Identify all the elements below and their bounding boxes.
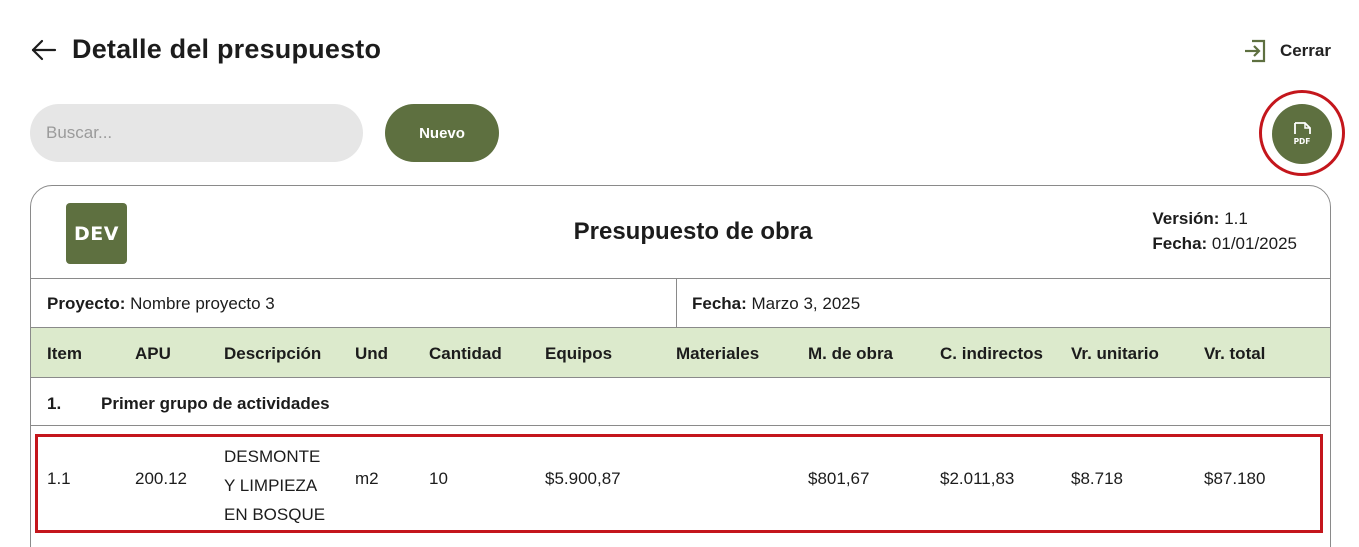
document-meta: Versión: 1.1 Fecha: 01/01/2025	[1152, 206, 1297, 256]
page-header: Detalle del presupuesto Cerrar	[30, 30, 1331, 74]
project-value: Nombre proyecto 3	[125, 294, 275, 313]
new-button[interactable]: Nuevo	[385, 104, 499, 162]
pdf-icon: PDF	[1294, 122, 1311, 146]
date-line: Fecha: 01/01/2025	[1152, 231, 1297, 256]
search-input[interactable]	[30, 104, 363, 162]
column-header-materials[interactable]: Materiales	[676, 344, 759, 364]
column-header-item[interactable]: Item	[47, 344, 82, 364]
page-title: Detalle del presupuesto	[72, 34, 382, 64]
column-header-apu[interactable]: APU	[135, 344, 171, 364]
column-divider	[676, 279, 677, 328]
project-label: Proyecto:	[47, 294, 126, 313]
project-cell: Proyecto: Nombre proyecto 3	[47, 294, 275, 314]
project-row: Proyecto: Nombre proyecto 3 Fecha: Marzo…	[31, 279, 1330, 328]
back-arrow-icon[interactable]	[30, 36, 58, 64]
column-header-quantity[interactable]: Cantidad	[429, 344, 502, 364]
document-title: Presupuesto de obra	[573, 218, 813, 245]
row-highlight-box	[35, 434, 1323, 533]
document-header: DEV Presupuesto de obra Versión: 1.1 Fec…	[31, 186, 1330, 279]
version-label: Versión:	[1152, 209, 1220, 228]
pdf-icon-label: PDF	[1294, 137, 1311, 146]
column-header-unit-price[interactable]: Vr. unitario	[1071, 344, 1159, 364]
project-date-cell: Fecha: Marzo 3, 2025	[692, 294, 860, 314]
column-header-indirect[interactable]: C. indirectos	[940, 344, 1043, 364]
group-row[interactable]: 1. Primer grupo de actividades	[31, 378, 1330, 426]
pdf-export-button[interactable]: PDF	[1272, 104, 1332, 164]
group-number: 1.	[47, 394, 62, 413]
version-line: Versión: 1.1	[1152, 206, 1297, 231]
column-header-unit[interactable]: Und	[355, 344, 388, 364]
project-date-label: Fecha:	[692, 294, 747, 313]
table-header: Item APU Descripción Und Cantidad Equipo…	[31, 328, 1330, 378]
date-label: Fecha:	[1152, 234, 1208, 253]
date-value: 01/01/2025	[1207, 234, 1297, 253]
close-label: Cerrar	[1279, 41, 1331, 60]
column-header-description[interactable]: Descripción	[224, 344, 321, 364]
close-button[interactable]: Cerrar	[1242, 38, 1331, 64]
column-header-equipment[interactable]: Equipos	[545, 344, 612, 364]
version-value: 1.1	[1219, 209, 1248, 228]
column-header-labor[interactable]: M. de obra	[808, 344, 893, 364]
group-name: Primer grupo de actividades	[101, 394, 330, 413]
project-date-value: Marzo 3, 2025	[746, 294, 861, 313]
column-header-total[interactable]: Vr. total	[1204, 344, 1265, 364]
exit-icon	[1244, 39, 1266, 63]
